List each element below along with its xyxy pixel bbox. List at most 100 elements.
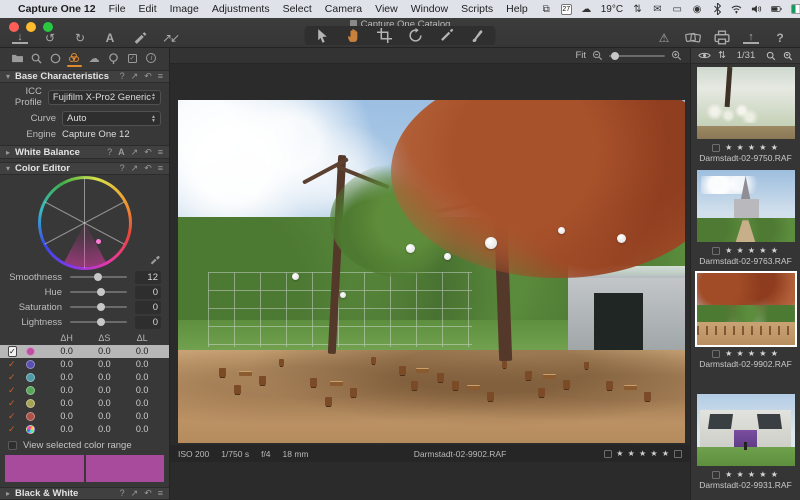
help-button[interactable]: ? (772, 30, 788, 45)
menu-view[interactable]: View (375, 3, 398, 15)
reset-icon[interactable]: ↶ (144, 148, 152, 157)
thumbnail-item[interactable]: ★ ★ ★ ★ ★ Darmstadt-02-9763.RAF (691, 170, 800, 266)
color-row-cyan[interactable]: ✓ 0.00.00.0 (0, 371, 169, 384)
thumbnail-item[interactable]: ★ ★ ★ ★ ★ Darmstadt-02-9750.RAF (691, 67, 800, 163)
thumb-star-rating[interactable]: ★ ★ ★ ★ ★ (725, 349, 779, 358)
display-icon[interactable]: ▭ (672, 3, 683, 15)
panel-base-characteristics-header[interactable]: ▾ Base Characteristics ? ↗ ↶ ≡ (0, 70, 169, 83)
tab-lens[interactable] (48, 51, 63, 65)
warning-icon[interactable]: ⚠ (656, 30, 672, 45)
crop-tool-button[interactable] (377, 28, 393, 43)
rotate-left-button[interactable]: ↺ (42, 30, 58, 45)
eye-status-icon[interactable]: ◉ (692, 3, 703, 15)
mail-icon[interactable]: ✉ (652, 3, 663, 15)
menu-help[interactable]: Help (506, 3, 528, 15)
thumbnail-image[interactable] (697, 170, 795, 242)
hue-slider[interactable] (70, 291, 127, 293)
menu-select[interactable]: Select (283, 3, 312, 15)
color-row-red[interactable]: ✓ 0.00.00.0 (0, 410, 169, 423)
row-check-icon[interactable]: ✓ (8, 359, 26, 370)
reset-icon[interactable]: ↶ (144, 489, 152, 498)
tab-library[interactable] (10, 51, 25, 65)
menu-window[interactable]: Window (411, 3, 448, 15)
row-check-icon[interactable]: ✓ (8, 385, 26, 396)
icc-profile-select[interactable]: Fujifilm X-Pro2 Generic ▲▼ (48, 90, 161, 105)
pan-hand-tool-button[interactable] (346, 28, 362, 43)
help-icon[interactable]: ? (107, 148, 112, 157)
reset-icon[interactable]: ↶ (144, 164, 152, 173)
mask-brush-tool-button[interactable] (470, 28, 486, 43)
adjustments-pen-button[interactable] (132, 30, 148, 45)
help-icon[interactable]: ? (120, 164, 125, 173)
screen-mirroring-icon[interactable]: ⧉ (541, 3, 552, 15)
lightness-slider[interactable] (70, 321, 127, 323)
color-wheel[interactable] (0, 178, 169, 267)
preset-menu-icon[interactable]: ≡ (158, 164, 163, 173)
curve-select[interactable]: Auto ▲▼ (62, 111, 161, 126)
thumb-star-rating[interactable]: ★ ★ ★ ★ ★ (725, 470, 779, 479)
temperature-label[interactable]: 19°C (601, 4, 623, 15)
color-row-all[interactable]: ✓ 0.00.00.0 (0, 423, 169, 436)
search-icon[interactable] (766, 51, 776, 61)
rotate-tool-button[interactable] (408, 28, 424, 43)
calendar-icon[interactable]: 27 (561, 4, 572, 15)
row-check-icon[interactable]: ✓ (8, 411, 26, 422)
preset-menu-icon[interactable]: ≡ (158, 489, 163, 498)
color-picker-eyedropper-icon[interactable] (149, 254, 161, 266)
thumbnail-image[interactable] (697, 394, 795, 466)
thumbnail-image[interactable] (697, 67, 795, 139)
volume-icon[interactable] (751, 3, 762, 15)
preset-menu-icon[interactable]: ≡ (158, 72, 163, 81)
range-swatch-after[interactable] (86, 455, 165, 482)
panel-white-balance-header[interactable]: ▸ White Balance ? A ↗ ↶ ≡ (0, 145, 169, 158)
star-rating[interactable]: ★ ★ ★ ★ ★ (616, 449, 670, 458)
view-range-checkbox[interactable] (8, 441, 17, 450)
chevron-down-icon[interactable]: ▾ (6, 164, 15, 173)
viewer-stage[interactable] (170, 64, 690, 445)
row-check-icon[interactable]: ✓ (8, 372, 26, 383)
compare-photos-button[interactable] (685, 30, 701, 45)
styles-button[interactable]: A (102, 30, 118, 45)
tab-exposure[interactable]: ☁ (87, 51, 102, 65)
copy-settings-icon[interactable]: ↗ (131, 72, 139, 81)
auto-adjust-icon[interactable]: A (118, 148, 125, 157)
tab-capture[interactable] (29, 51, 44, 65)
thumbnail-image[interactable] (697, 273, 795, 345)
help-icon[interactable]: ? (120, 72, 125, 81)
input-source-flag-icon[interactable] (791, 4, 800, 14)
copy-settings-icon[interactable]: ↗ (131, 148, 139, 157)
row-check-icon[interactable]: ✓ (8, 424, 26, 435)
wifi-icon[interactable] (731, 3, 742, 15)
filter-icon[interactable] (783, 51, 793, 61)
color-row-blue[interactable]: ✓ 0.00.00.0 (0, 358, 169, 371)
chevron-right-icon[interactable]: ▸ (6, 148, 15, 157)
panel-black-white-header[interactable]: ▸ Black & White ? ↗ ↶ ≡ (0, 487, 169, 500)
menu-edit[interactable]: Edit (139, 3, 157, 15)
tab-adjustments[interactable]: ✓ (125, 51, 140, 65)
color-row-yellow[interactable]: ✓ 0.00.00.0 (0, 397, 169, 410)
rotate-right-button[interactable]: ↻ (72, 30, 88, 45)
zoom-out-icon[interactable] (592, 50, 603, 61)
reset-icon[interactable]: ↶ (144, 72, 152, 81)
preset-menu-icon[interactable]: ≡ (158, 148, 163, 157)
eye-preview-icon[interactable] (698, 51, 711, 60)
row-check-icon[interactable]: ✓ (8, 398, 26, 409)
zoom-in-icon[interactable] (671, 50, 682, 61)
help-icon[interactable]: ? (120, 489, 125, 498)
bluetooth-icon[interactable] (712, 3, 723, 15)
menu-adjustments[interactable]: Adjustments (212, 3, 270, 15)
color-row-green[interactable]: ✓ 0.00.00.0 (0, 384, 169, 397)
weather-icon[interactable]: ☁ (581, 3, 592, 15)
row-checkbox[interactable]: ✓ (8, 346, 17, 357)
export-button[interactable]: ↑ (743, 31, 759, 44)
thumb-checkbox[interactable] (712, 471, 720, 479)
menu-camera[interactable]: Camera (325, 3, 362, 15)
menu-image[interactable]: Image (170, 3, 199, 15)
range-swatch-before[interactable] (5, 455, 84, 482)
thumb-star-rating[interactable]: ★ ★ ★ ★ ★ (725, 143, 779, 152)
menu-file[interactable]: File (109, 3, 126, 15)
sync-icon[interactable]: ⇅ (632, 3, 643, 15)
hue-value[interactable]: 0 (135, 286, 161, 299)
thumb-star-rating[interactable]: ★ ★ ★ ★ ★ (725, 246, 779, 255)
tab-color[interactable] (67, 51, 82, 65)
